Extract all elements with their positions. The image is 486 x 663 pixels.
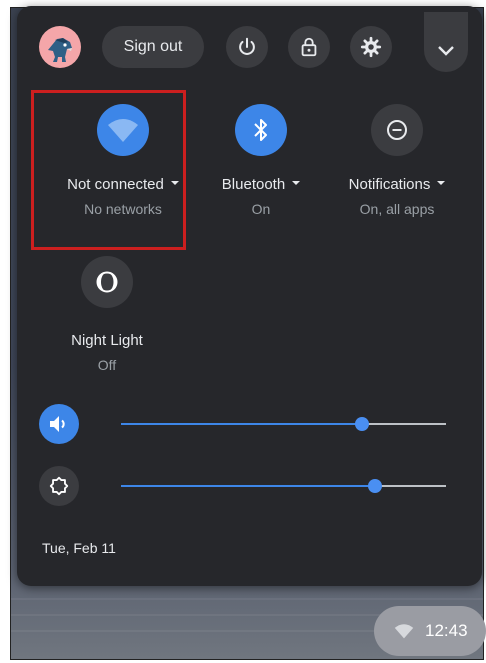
clock: 12:43	[425, 621, 468, 640]
highlight-box	[31, 90, 186, 250]
brightness-icon	[49, 476, 69, 496]
bluetooth-icon	[254, 119, 267, 141]
volume-slider[interactable]	[121, 417, 446, 431]
date-label: Tue, Feb 11	[42, 540, 116, 556]
notifications-label: Notifications	[348, 176, 431, 193]
night-light-icon	[96, 271, 118, 293]
do-not-disturb-icon	[387, 120, 407, 140]
volume-row	[39, 404, 469, 444]
power-button[interactable]	[226, 26, 268, 68]
volume-icon	[50, 416, 65, 432]
night-light-feature: Night Light Off	[47, 256, 167, 373]
brightness-slider[interactable]	[121, 479, 446, 493]
night-light-status: Off	[97, 357, 117, 373]
volume-slider-thumb[interactable]	[354, 417, 369, 431]
notifications-status: On, all apps	[359, 201, 435, 217]
notifications-toggle[interactable]	[371, 104, 423, 156]
collapse-button[interactable]	[424, 12, 468, 72]
power-icon	[239, 37, 255, 55]
sign-out-button[interactable]: Sign out	[102, 26, 204, 68]
dropdown-caret-icon	[292, 181, 301, 186]
bluetooth-label-row[interactable]: Bluetooth	[201, 176, 321, 193]
night-light-label: Night Light	[71, 332, 143, 349]
status-tray[interactable]: 12:43	[374, 606, 486, 656]
notifications-label-row[interactable]: Notifications	[332, 176, 462, 193]
chevron-down-icon	[438, 46, 454, 56]
gear-icon	[360, 36, 382, 58]
brightness-row	[39, 466, 469, 506]
wifi-icon	[394, 624, 414, 639]
lock-button[interactable]	[288, 26, 330, 68]
avatar[interactable]	[39, 26, 81, 68]
bluetooth-toggle[interactable]	[235, 104, 287, 156]
brightness-slider-thumb[interactable]	[367, 479, 382, 493]
notifications-feature: Notifications On, all apps	[332, 104, 462, 217]
volume-slider-fill	[121, 423, 362, 425]
avatar-image	[48, 38, 72, 62]
brightness-slider-fill	[121, 485, 375, 487]
bluetooth-label: Bluetooth	[221, 176, 286, 193]
settings-button[interactable]	[350, 26, 392, 68]
volume-mute-button[interactable]	[39, 404, 79, 444]
dropdown-caret-icon	[437, 181, 446, 186]
bluetooth-status: On	[251, 201, 271, 217]
bluetooth-feature: Bluetooth On	[201, 104, 321, 217]
night-light-toggle[interactable]	[81, 256, 133, 308]
lock-icon	[301, 37, 317, 57]
brightness-button[interactable]	[39, 466, 79, 506]
